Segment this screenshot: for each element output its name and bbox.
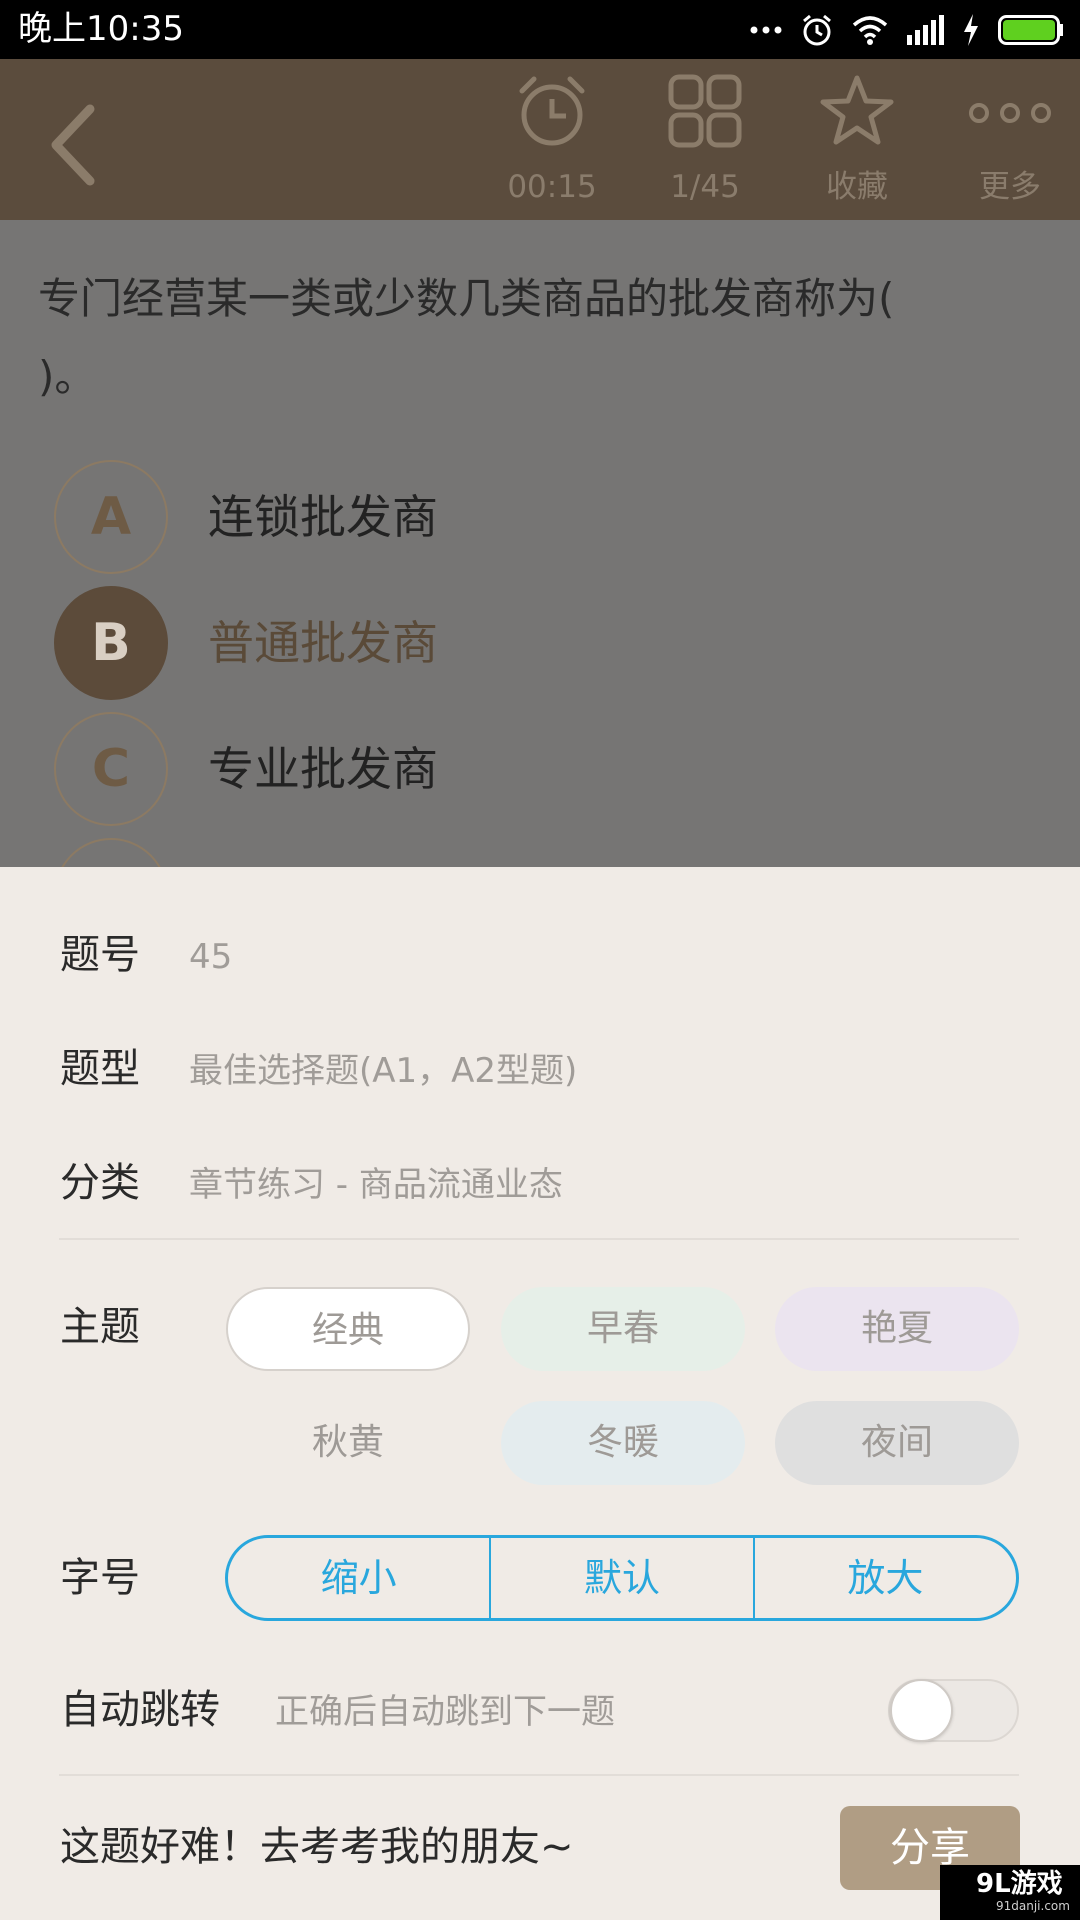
more-label: 更多 — [979, 169, 1041, 205]
category-label: 分类 — [60, 1160, 140, 1206]
toggle-knob — [890, 1679, 953, 1742]
option-c[interactable]: C 专业批发商 — [54, 712, 954, 826]
font-default-button[interactable]: 默认 — [489, 1538, 752, 1618]
question-line-1: 专门经营某一类或少数几类商品的批发商称为( — [38, 274, 895, 323]
status-time: 晚上10:35 — [18, 9, 184, 49]
back-arrow-icon — [51, 104, 95, 186]
divider — [59, 1238, 1019, 1240]
auto-jump-description: 正确后自动跳到下一题 — [275, 1692, 615, 1732]
category-value: 章节练习 - 商品流通业态 — [189, 1165, 563, 1205]
divider — [59, 1774, 1019, 1776]
question-text: 专门经营某一类或少数几类商品的批发商称为( )。 — [38, 260, 1038, 416]
grid-icon — [668, 74, 742, 148]
more-button[interactable]: 更多 — [945, 73, 1075, 213]
status-bar: 晚上10:35 — [0, 0, 1080, 59]
watermark-url: 91danji.com — [996, 1899, 1070, 1913]
option-letter: A — [54, 460, 168, 574]
watermark-logo: 9L游戏 91danji.com — [940, 1865, 1080, 1920]
option-letter: B — [54, 586, 168, 700]
option-d-partial[interactable] — [54, 838, 954, 867]
option-letter: C — [54, 712, 168, 826]
more-icon — [969, 103, 1051, 123]
progress-label: 1/45 — [670, 169, 740, 205]
battery-icon — [998, 15, 1063, 45]
signal-icon — [907, 15, 944, 45]
theme-summer[interactable]: 艳夏 — [775, 1287, 1019, 1371]
star-icon — [820, 75, 894, 145]
option-letter-partial — [54, 838, 168, 867]
option-text: 专业批发商 — [208, 742, 438, 796]
theme-spring[interactable]: 早春 — [501, 1287, 745, 1371]
settings-sheet: 题号 45 题型 最佳选择题(A1，A2型题) 分类 章节练习 - 商品流通业态… — [0, 867, 1080, 1920]
option-a[interactable]: A 连锁批发商 — [54, 460, 954, 574]
top-toolbar: 00:15 1/45 收藏 更多 — [0, 59, 1080, 220]
timer-button[interactable]: 00:15 — [487, 73, 617, 213]
auto-jump-toggle[interactable] — [888, 1679, 1019, 1742]
number-label: 题号 — [60, 932, 140, 978]
question-line-2: )。 — [38, 352, 97, 401]
favorite-button[interactable]: 收藏 — [792, 73, 922, 213]
back-button[interactable] — [46, 99, 106, 189]
charging-icon — [964, 14, 978, 46]
alarm-icon — [803, 14, 831, 46]
favorite-label: 收藏 — [826, 169, 888, 205]
question-grid-button[interactable]: 1/45 — [640, 73, 770, 213]
type-label: 题型 — [60, 1046, 140, 1092]
font-larger-button[interactable]: 放大 — [752, 1538, 1016, 1618]
option-text: 普通批发商 — [208, 616, 438, 670]
font-size-segmented-control: 缩小 默认 放大 — [225, 1535, 1019, 1621]
theme-night[interactable]: 夜间 — [775, 1401, 1019, 1485]
theme-winter[interactable]: 冬暖 — [501, 1401, 745, 1485]
share-prompt: 这题好难！去考考我的朋友~ — [60, 1824, 574, 1870]
auto-jump-label: 自动跳转 — [60, 1687, 220, 1733]
clock-icon — [519, 76, 585, 146]
theme-label: 主题 — [60, 1304, 140, 1350]
font-smaller-button[interactable]: 缩小 — [228, 1538, 489, 1618]
question-area: 专门经营某一类或少数几类商品的批发商称为( )。 A 连锁批发商 B 普通批发商… — [0, 220, 1080, 867]
wifi-icon — [852, 16, 888, 45]
more-dots-icon — [750, 26, 782, 34]
theme-autumn[interactable]: 秋黄 — [226, 1401, 470, 1485]
type-value: 最佳选择题(A1，A2型题) — [189, 1051, 578, 1091]
font-size-label: 字号 — [60, 1555, 140, 1601]
timer-label: 00:15 — [507, 169, 597, 205]
theme-classic[interactable]: 经典 — [226, 1287, 470, 1371]
option-text: 连锁批发商 — [208, 490, 438, 544]
watermark-brand: 9L游戏 — [976, 1869, 1063, 1899]
option-b[interactable]: B 普通批发商 — [54, 586, 954, 700]
number-value: 45 — [189, 937, 233, 977]
status-icons — [750, 10, 1064, 50]
